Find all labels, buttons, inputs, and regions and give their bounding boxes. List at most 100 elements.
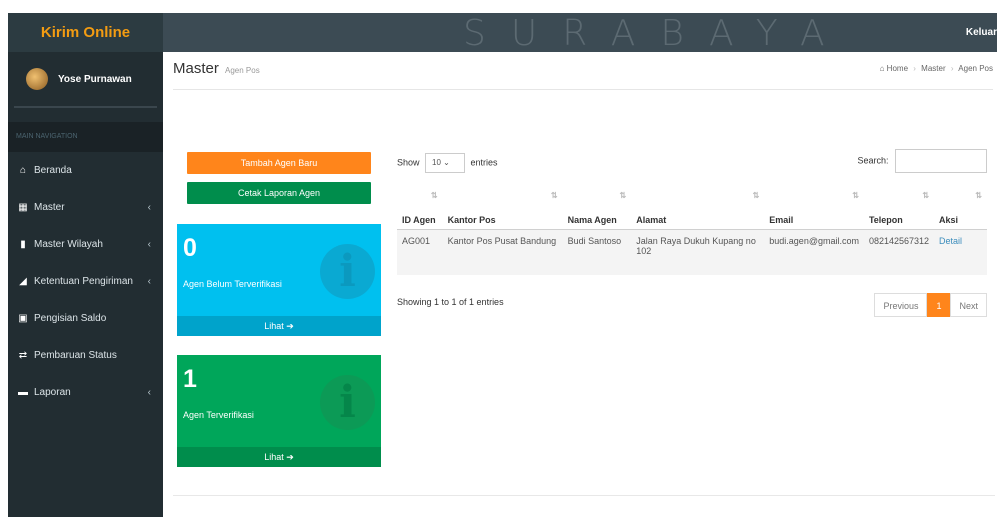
column-header-label: ID Agen [402,214,436,225]
entries-control: Show 10 ⌄ entries [397,153,498,173]
entries-value: 10 [432,158,441,167]
page-1-button[interactable]: 1 [927,293,951,317]
sort-icon: ⇅ [430,191,438,200]
cell-email: budi.agen@gmail.com [764,229,864,275]
sidebar: Yose Purnawan MAIN NAVIGATION ⌂ Beranda ▦ M… [8,52,163,517]
entries-label: entries [470,157,498,168]
main-content: Master Agen Pos ⌂ Home › Master › Agen P… [163,52,997,517]
send-icon: ◢ [19,276,27,287]
sidebar-item-label: Laporan [34,387,71,398]
search-input[interactable] [895,149,987,173]
column-header-label: Nama Agen [567,214,617,225]
top-bar: Kirim Online SURABAYA Keluar [8,13,997,54]
cell-nama-agen: Budi Santoso [562,229,632,275]
brand-logo[interactable]: Kirim Online [8,13,163,52]
cell-id: AG001 [397,229,443,275]
breadcrumb-separator: › [950,64,954,73]
money-icon: ▣ [18,313,28,324]
sidebar-item-label: Master [34,202,65,213]
cell-alamat: Jalan Raya Dukuh Kupang no 102 [631,229,765,275]
table-panel: Show 10 ⌄ entries Search: ID Agen ⇅ Kanto… [397,147,987,317]
search-label: Search: [857,155,889,166]
logout-link[interactable]: Keluar [966,13,997,52]
table-row: AG001 Kantor Pos Pusat Bandung Budi Sant… [397,229,987,275]
next-button[interactable]: Next [950,293,987,317]
info-icon: i [320,244,375,299]
show-label: Show [397,157,420,168]
column-header-label: Email [769,214,794,225]
home-icon: ⌂ [879,64,885,73]
sidebar-item[interactable]: ▮ Master Wilayah ‹ [8,226,163,263]
breadcrumb-home[interactable]: Home [887,64,908,73]
sidebar-item[interactable]: ◢ Ketentuan Pengiriman ‹ [8,263,163,300]
breadcrumb: ⌂ Home › Master › Agen Pos [880,64,993,73]
home-icon: ⌂ [19,165,27,176]
nav-list: ⌂ Beranda ▦ Master ‹ ▮ Master Wilayah ‹ ◢ Ketentu… [8,152,163,411]
verified-view-link[interactable]: Lihat ➔ [177,447,381,467]
chevron-left-icon: ‹ [147,202,151,213]
print-report-button[interactable]: Cetak Laporan Agen [187,182,371,204]
page-subtitle: Agen Pos [225,66,260,75]
left-column: Tambah Agen Baru Cetak Laporan Agen 0 Ag… [177,147,381,467]
cell-telepon: 082142567312 [863,229,935,275]
view-link-label: Lihat [264,321,284,331]
entries-select[interactable]: 10 ⌄ [425,153,466,173]
sidebar-item-label: Master Wilayah [34,239,103,250]
column-header[interactable]: Telepon ⇅ [863,181,935,230]
chevron-left-icon: ‹ [147,276,151,287]
sort-icon: ⇅ [550,191,558,200]
nav-header: MAIN NAVIGATION [8,122,163,152]
column-header[interactable]: Nama Agen ⇅ [562,181,632,230]
column-header[interactable]: Alamat ⇅ [631,181,765,230]
sidebar-item[interactable]: ⇄ Pembaruan Status [8,337,163,374]
watermark: SURABAYA [463,13,850,54]
arrow-circle-icon: ➔ [286,321,294,331]
add-agent-button[interactable]: Tambah Agen Baru [187,152,371,174]
verified-label: Agen Terverifikasi [183,410,254,420]
sidebar-item[interactable]: ⌂ Beranda [8,152,163,189]
sort-icon: ⇅ [619,191,627,200]
column-header[interactable]: Kantor Pos ⇅ [442,181,563,230]
previous-button[interactable]: Previous [874,293,928,317]
app-frame: Kirim Online SURABAYA Keluar Yose Purnaw… [8,13,997,517]
sidebar-item[interactable]: ▣ Pengisian Saldo [8,300,163,337]
sort-icon: ⇅ [852,191,859,200]
table-icon: ▦ [18,202,28,213]
column-header-label: Aksi [939,214,959,225]
page-header: Master Agen Pos ⌂ Home › Master › Agen P… [173,60,993,90]
column-header[interactable]: Email ⇅ [764,181,864,230]
sort-icon: ⇅ [752,191,760,200]
avatar [26,68,48,90]
info-icon: i [320,375,375,430]
column-header[interactable]: ID Agen ⇅ [397,181,443,230]
unverified-label: Agen Belum Terverifikasi [183,279,282,289]
view-link-label: Lihat [264,452,284,462]
page-title: Master Agen Pos [173,60,993,77]
divider [173,495,995,496]
sidebar-item-label: Beranda [34,165,72,176]
user-panel: Yose Purnawan [14,52,157,108]
unverified-agents-box: 0 Agen Belum Terverifikasi i Lihat ➔ [177,224,381,336]
verified-agents-box: 1 Agen Terverifikasi i Lihat ➔ [177,355,381,467]
sort-icon: ⇅ [922,191,930,200]
table-info: Showing 1 to 1 of 1 entries [397,297,504,307]
sidebar-item[interactable]: ▬ Laporan ‹ [8,374,163,411]
table-controls: Show 10 ⌄ entries Search: [397,147,987,177]
unverified-count: 0 [183,234,197,262]
verified-count: 1 [183,365,197,393]
detail-link[interactable]: Detail [939,236,962,246]
sidebar-item[interactable]: ▦ Master ‹ [8,189,163,226]
chevron-left-icon: ‹ [147,387,151,398]
page-title-text: Master [173,60,219,77]
arrow-circle-icon: ➔ [286,452,294,462]
pagination: Previous 1 Next [874,293,987,317]
breadcrumb-separator: › [913,64,916,73]
unverified-view-link[interactable]: Lihat ➔ [177,316,381,336]
search-control: Search: [857,149,987,173]
column-header[interactable]: Aksi ⇅ [934,181,987,230]
cell-aksi: Detail [934,229,987,275]
breadcrumb-master[interactable]: Master [921,64,945,73]
map-icon: ▮ [20,239,26,250]
agents-table: ID Agen ⇅ Kantor Pos ⇅ Nama Agen ⇅ Alamat ⇅ … [397,181,987,275]
chevron-left-icon: ‹ [147,239,151,250]
